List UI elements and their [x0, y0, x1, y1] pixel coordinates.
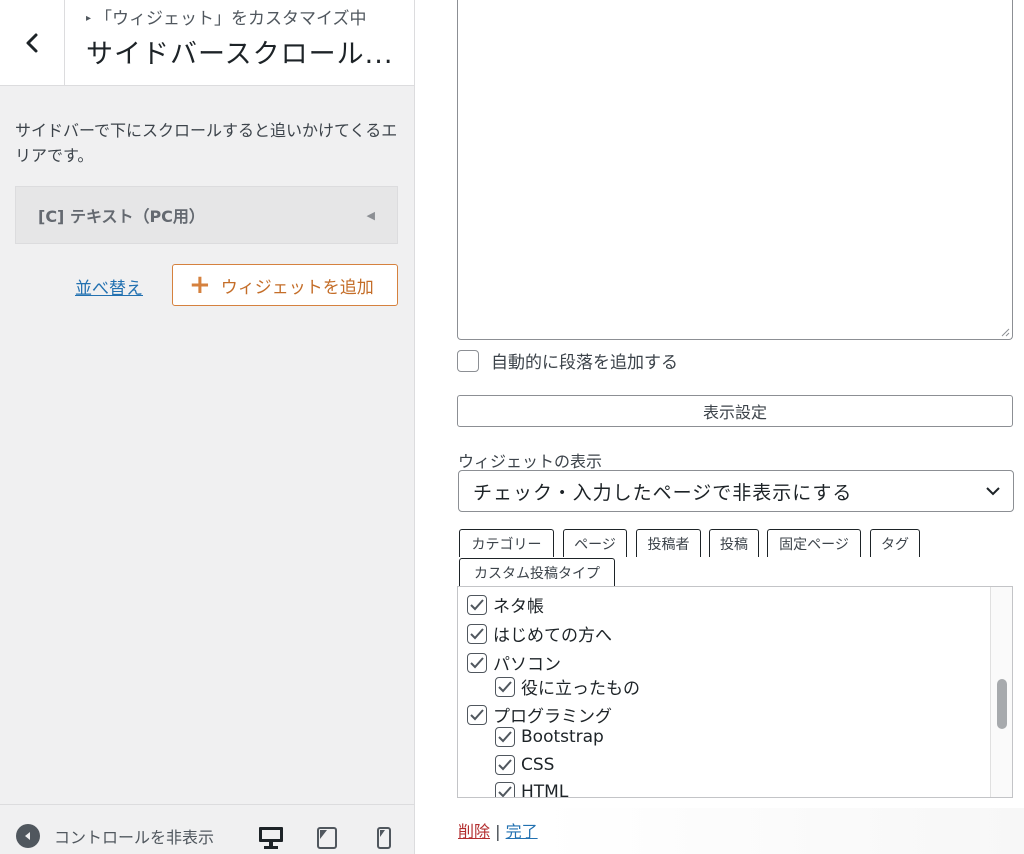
panel-header: ▸ 「ウィジェット」をカスタマイズ中 サイドバースクロール...	[0, 0, 414, 86]
mobile-preview-icon[interactable]	[377, 827, 391, 849]
action-separator: |	[495, 822, 501, 841]
tab-category[interactable]: カテゴリー	[459, 529, 554, 557]
collapse-label: コントロールを非表示	[54, 828, 215, 847]
widget-toggle-arrow-icon[interactable]: ◀	[367, 209, 375, 222]
checklist-item-label: プログラミング	[493, 707, 612, 727]
checklist-item-label: ネタ帳	[493, 597, 544, 617]
category-checklist: ネタ帳 はじめての方へ パソコン 役に立ったもの プログラミング Bootstr…	[457, 586, 1013, 798]
visibility-label: ウィジェットの表示	[458, 452, 603, 471]
checklist-item[interactable]: Bootstrap	[495, 727, 604, 747]
checklist-scrollbar-thumb[interactable]	[997, 679, 1007, 729]
visibility-selected-value: チェック・入力したページで非表示にする	[473, 481, 853, 504]
checkbox-checked-icon[interactable]	[495, 782, 515, 797]
checkbox-checked-icon[interactable]	[495, 727, 515, 747]
arrow-left-circle-icon	[16, 824, 40, 848]
section-title: サイドバースクロール...	[86, 39, 394, 70]
widget-text-area[interactable]	[457, 0, 1013, 340]
checklist-item[interactable]: はじめての方へ	[467, 621, 612, 646]
checklist-item[interactable]: プログラミング	[467, 702, 612, 727]
checklist-scrollbar[interactable]	[990, 587, 1012, 797]
add-widget-label: ウィジェットを追加	[220, 277, 374, 298]
desktop-preview-icon[interactable]	[258, 826, 284, 850]
display-settings-button[interactable]: 表示設定	[457, 395, 1013, 427]
panel-footer: コントロールを非表示	[0, 804, 414, 854]
tab-page[interactable]: ページ	[563, 529, 627, 557]
checklist-item-label: HTML	[521, 782, 569, 798]
autop-label: 自動的に段落を追加する	[491, 353, 678, 373]
section-description: サイドバーで下にスクロールすると追いかけてくるエリアです。	[15, 121, 398, 165]
checklist-item[interactable]: HTML	[495, 782, 569, 798]
collapse-controls-button[interactable]: コントロールを非表示	[16, 824, 230, 848]
checkbox-checked-icon[interactable]	[467, 704, 487, 725]
done-link[interactable]: 完了	[506, 822, 538, 841]
widget-item[interactable]: [C] テキスト（PC用） ◀	[15, 186, 398, 244]
tab-author[interactable]: 投稿者	[636, 529, 701, 557]
breadcrumb: ▸ 「ウィジェット」をカスタマイズ中	[86, 4, 367, 29]
checkbox-checked-icon[interactable]	[467, 594, 487, 615]
visibility-select[interactable]: チェック・入力したページで非表示にする	[458, 470, 1014, 512]
autop-checkbox[interactable]	[457, 349, 479, 372]
tab-post[interactable]: 投稿	[709, 529, 759, 557]
checklist-item-label: 役に立ったもの	[521, 679, 640, 699]
reorder-link[interactable]: 並べ替え	[75, 274, 143, 299]
bottom-fade	[540, 808, 1024, 854]
add-widget-button[interactable]: + ウィジェットを追加	[172, 264, 398, 306]
breadcrumb-text: 「ウィジェット」をカスタマイズ中	[95, 9, 367, 29]
customizer-panel: ▸ 「ウィジェット」をカスタマイズ中 サイドバースクロール... サイドバーで下に…	[0, 0, 415, 854]
tab-tag[interactable]: タグ	[870, 529, 920, 557]
checklist-item-label: パソコン	[493, 655, 561, 675]
tablet-preview-icon[interactable]	[317, 827, 337, 849]
resize-handle-icon[interactable]	[1000, 327, 1010, 337]
checkbox-checked-icon[interactable]	[467, 652, 487, 673]
triangle-right-icon: ▸	[86, 13, 92, 24]
widget-actions: 削除 | 完了	[458, 818, 538, 842]
checklist-item-label: Bootstrap	[521, 727, 604, 747]
tab-fixed-page[interactable]: 固定ページ	[767, 529, 861, 557]
autop-option[interactable]: 自動的に段落を追加する	[457, 348, 678, 373]
checklist-item[interactable]: パソコン	[467, 650, 561, 675]
checklist-item[interactable]: CSS	[495, 755, 554, 775]
checklist-item-label: CSS	[521, 755, 555, 775]
tab-custom-post-type[interactable]: カスタム投稿タイプ	[459, 558, 615, 586]
checklist-item-label: はじめての方へ	[493, 626, 612, 646]
chevron-down-icon	[986, 487, 1000, 496]
widget-title: [C] テキスト（PC用）	[38, 207, 205, 226]
checkbox-checked-icon[interactable]	[495, 755, 515, 775]
checklist-item[interactable]: 役に立ったもの	[495, 674, 640, 699]
checkbox-checked-icon[interactable]	[495, 676, 515, 697]
delete-link[interactable]: 削除	[458, 822, 490, 841]
plus-icon: +	[189, 270, 211, 300]
back-button[interactable]	[0, 0, 65, 86]
checkbox-checked-icon[interactable]	[467, 623, 487, 644]
chevron-left-icon	[26, 33, 38, 53]
checklist-item[interactable]: ネタ帳	[467, 592, 544, 617]
